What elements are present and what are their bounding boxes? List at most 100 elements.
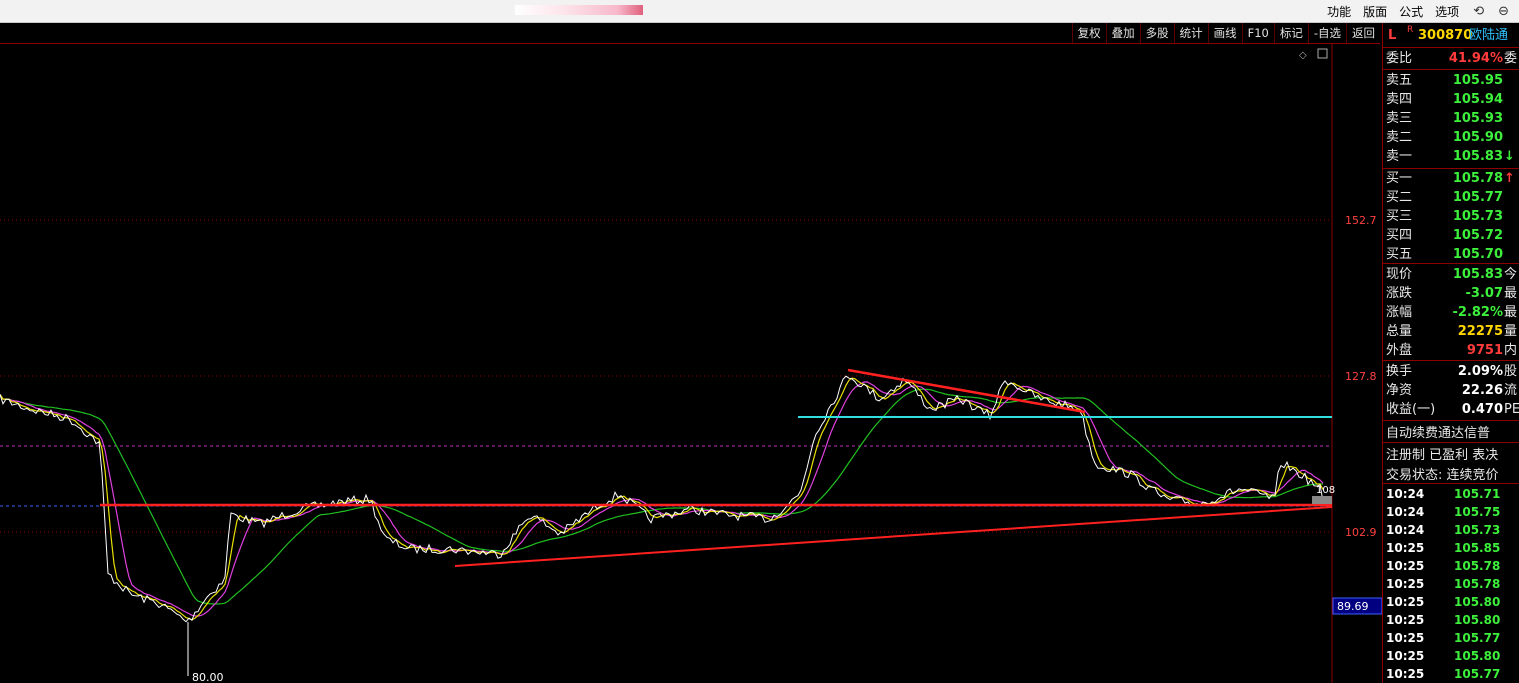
menu-layout[interactable]: 版面 [1363,3,1387,20]
stat-row-extra: 流 [1504,383,1518,398]
bid-row-value: 105.78 [1452,171,1503,186]
quote-row-value: 105.83 [1452,267,1503,282]
tick-row: 10:24 105.75 [1383,503,1519,521]
tick-time: 10:25 [1386,649,1425,663]
bid-row-value: 105.73 [1452,209,1503,224]
ask-row-label: 卖五 [1386,73,1413,88]
quote-row: 涨跌 -3.07 最 [1383,284,1519,303]
draw-line-button[interactable]: 画线 [1207,23,1242,43]
stat-row-extra: PE [1504,402,1519,417]
quote-row-extra: 量 [1504,324,1518,339]
fuquan-button[interactable]: 复权 [1071,23,1106,43]
tick-time: 10:25 [1386,577,1425,591]
ratio-row: 委比 41.94% 委 [1383,49,1519,68]
bid-row-label: 买一 [1386,171,1413,186]
ask-row-value: 105.93 [1452,111,1503,126]
bid-row-label: 买五 [1386,247,1413,262]
ask-row-value: 105.90 [1452,130,1503,145]
minimize-icon[interactable]: ⊖ [1498,4,1509,19]
quote-row-extra: 内 [1504,343,1518,358]
mark-button[interactable]: 标记 [1273,23,1308,43]
stat-row-value: 22.26 [1461,383,1503,398]
tick-price: 105.75 [1454,505,1501,519]
tick-time: 10:24 [1386,505,1425,519]
tick-time: 10:24 [1386,523,1425,537]
tick-price: 105.71 [1454,487,1501,501]
multi-stock-button[interactable]: 多股 [1139,23,1174,43]
bid-row-value: 105.77 [1452,190,1503,205]
tick-price: 105.78 [1454,559,1501,573]
menu-bar: 功能 版面 公式 选项 ⟲ ⊖ [1315,0,1509,22]
tick-price: 105.80 [1454,595,1501,609]
low-marker: 80.00 [187,622,224,683]
overlay-button[interactable]: 叠加 [1105,23,1140,43]
stock-header: L R 300870 欧陆通 [1383,25,1519,45]
quote-row: 外盘 9751 内 [1383,341,1519,360]
quote-row: 总量 22275 量 [1383,322,1519,341]
back-button[interactable]: 返回 [1346,23,1380,43]
ask-row-label: 卖一 [1386,149,1413,164]
ask-row-value: 105.83 [1452,149,1503,164]
tick-row: 10:25 105.80 [1383,647,1519,665]
ask-row-label: 卖四 [1386,92,1413,107]
ask-row-label: 卖二 [1386,130,1413,145]
statistics-button[interactable]: 统计 [1173,23,1208,43]
bid-row: 买五 105.70 [1383,245,1519,264]
stat-row-label: 净资 [1386,383,1413,398]
chart-corner-icons: ◇ [1299,48,1328,61]
tick-time: 10:24 [1386,487,1425,501]
ma-line-long [0,388,1324,605]
tick-time: 10:25 [1386,559,1425,573]
ask-row-value: 105.94 [1452,92,1503,107]
ask-row: 卖四 105.94 [1383,90,1519,109]
bid-row: 买四 105.72 [1383,226,1519,245]
menu-options[interactable]: 选项 [1435,3,1459,20]
info-line-3: 交易状态: 连续竞价 [1386,468,1499,483]
tick-time: 10:25 [1386,595,1425,609]
axis-label-high: 152.7 [1345,214,1377,227]
app-logo [515,5,643,15]
refresh-icon[interactable]: ⟲ [1473,4,1484,19]
stock-flag: L [1388,28,1397,43]
quote-row-label: 涨跌 [1386,286,1413,301]
quote-row-extra: 最 [1504,286,1518,301]
remove-watchlist-button[interactable]: -自选 [1307,23,1346,43]
tick-row: 10:25 105.85 [1383,539,1519,557]
menu-function[interactable]: 功能 [1327,3,1351,20]
tick-price: 105.77 [1454,631,1501,645]
f10-button[interactable]: F10 [1241,23,1274,43]
bid-row-label: 买四 [1386,228,1413,243]
bid-row-label: 买三 [1386,209,1413,224]
tick-row: 10:25 105.77 [1383,629,1519,647]
tick-row: 10:25 105.80 [1383,611,1519,629]
stat-row-value: 2.09% [1457,364,1503,379]
tick-time: 10:25 [1386,631,1425,645]
quote-row-extra: 最 [1504,305,1518,320]
price-chart[interactable]: ◇ 152.7 127.8 102.9 89.69 108 80.00 [0,44,1382,683]
tick-row: 10:24 105.73 [1383,521,1519,539]
tick-price: 105.73 [1454,523,1501,537]
diamond-icon[interactable]: ◇ [1299,50,1307,61]
tick-time: 10:25 [1386,541,1425,555]
low-price-label: 80.00 [192,671,224,683]
title-bar: 功能 版面 公式 选项 ⟲ ⊖ [0,0,1519,23]
ask-row: 卖五 105.95 [1383,71,1519,90]
bid-row-extra: ↑ [1504,171,1515,186]
separator [1383,483,1519,484]
chart-toolbar: 复权 叠加 多股 统计 画线 F10 标记 -自选 返回 [0,23,1380,44]
tick-price: 105.80 [1454,613,1501,627]
quote-row: 现价 105.83 今 [1383,265,1519,284]
separator [1383,47,1519,48]
falling-trend-line [847,368,1086,414]
axis-label-mid: 127.8 [1345,370,1377,383]
quote-row-label: 外盘 [1386,343,1413,358]
panel-toggle-icon[interactable] [1317,48,1328,59]
stat-row: 收益(一) 0.470 PE [1383,400,1519,419]
ratio-label: 委比 [1386,51,1413,66]
bid-row-value: 105.72 [1452,228,1503,243]
menu-formula[interactable]: 公式 [1399,3,1423,20]
ratio-value: 41.94% [1448,51,1503,66]
price-line [0,375,1324,623]
ask-row: 卖三 105.93 [1383,109,1519,128]
stock-name: 欧陆通 [1469,28,1509,43]
